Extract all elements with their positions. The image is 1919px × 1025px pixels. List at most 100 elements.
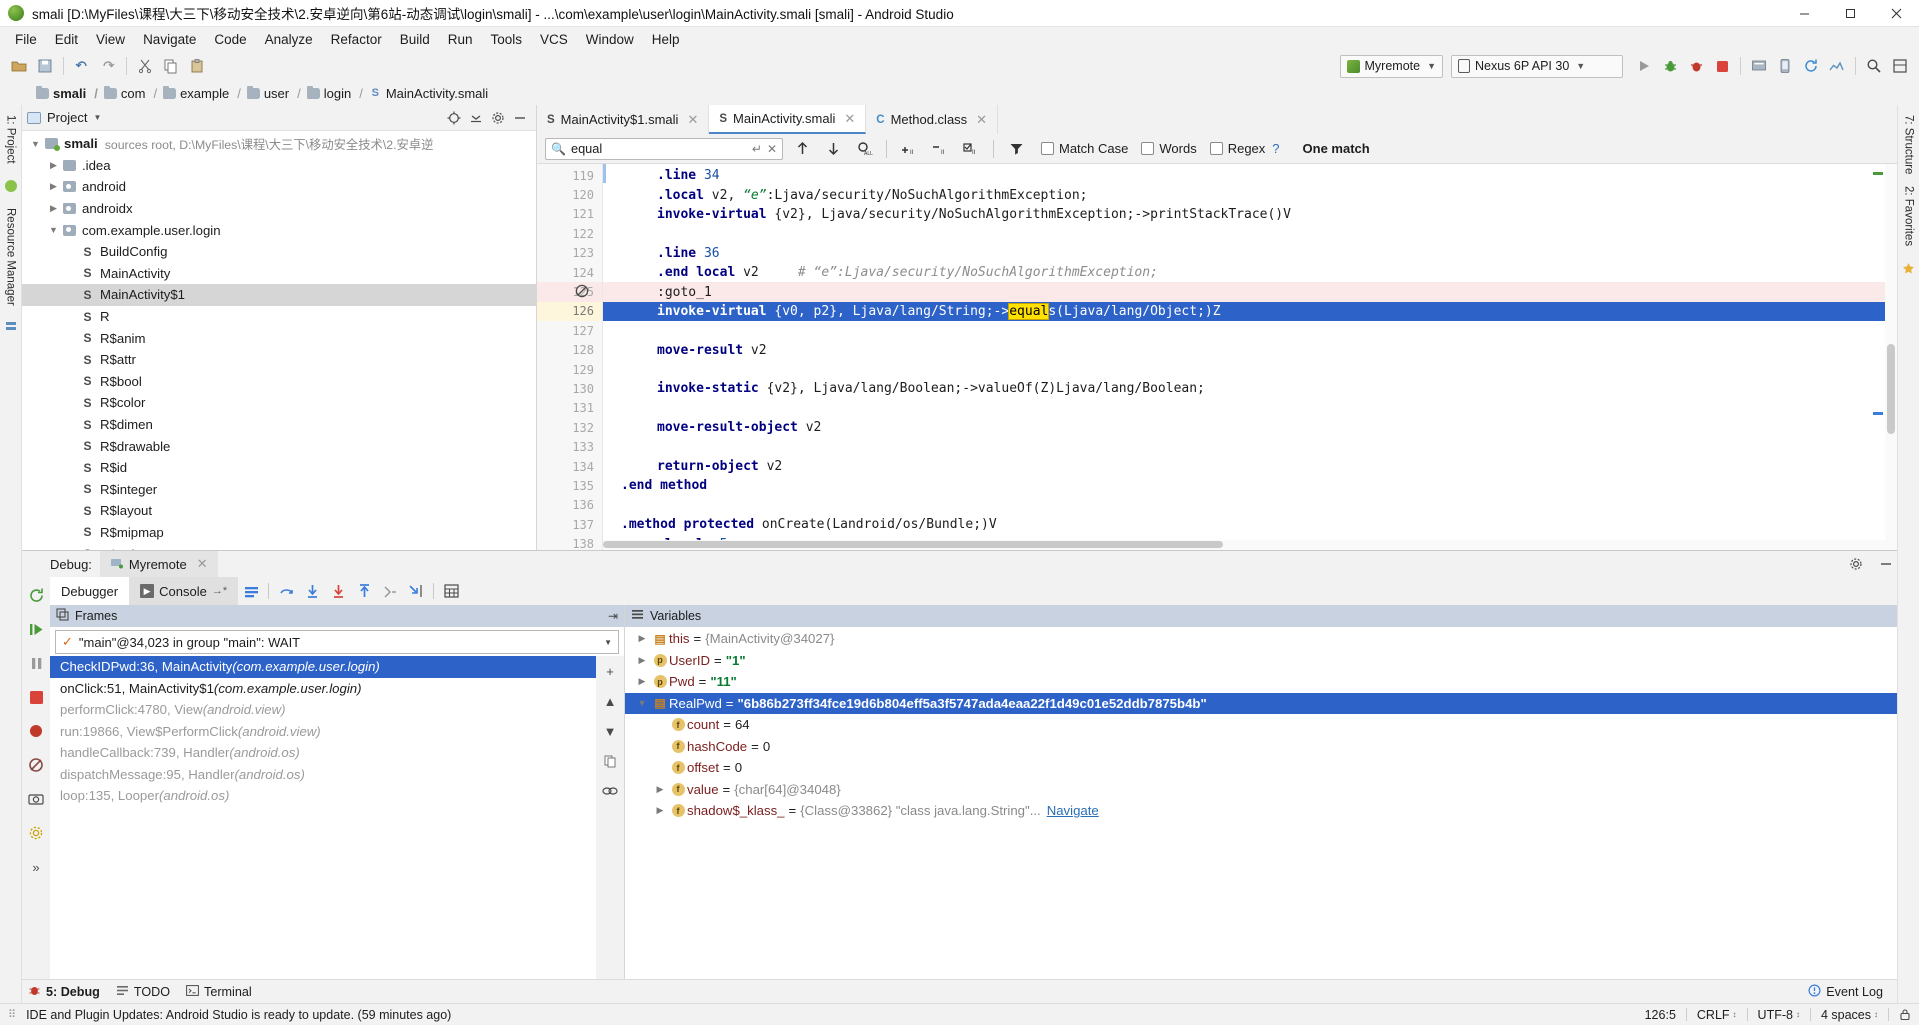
code-line[interactable]: move-result v2 — [603, 341, 1897, 360]
evaluate-expression-icon[interactable] — [438, 580, 464, 602]
match-case-checkbox[interactable]: Match Case — [1041, 141, 1128, 156]
tree-node[interactable]: S R$integer — [22, 479, 536, 501]
code-line[interactable] — [603, 360, 1897, 379]
run-icon[interactable] — [1631, 54, 1657, 78]
gutter-line-number[interactable]: 127 — [537, 321, 602, 340]
tree-twisty-icon[interactable] — [46, 225, 61, 235]
code-line[interactable]: .end local v2 # “e”:Ljava/security/NoSuc… — [603, 263, 1897, 282]
tree-node[interactable]: S R$drawable — [22, 435, 536, 457]
code-line[interactable]: invoke-virtual {v2}, Ljava/security/NoSu… — [603, 205, 1897, 224]
thread-selector[interactable]: ✓ "main"@34,023 in group "main": WAIT ▼ — [55, 630, 619, 654]
variable-row[interactable]: fvalue={char[64]@34048} — [625, 779, 1897, 801]
variable-twisty-icon[interactable] — [633, 655, 651, 666]
code-line[interactable] — [603, 399, 1897, 418]
restore-layout-icon[interactable] — [238, 580, 264, 602]
tree-twisty-icon[interactable] — [46, 160, 61, 171]
code-line[interactable] — [603, 321, 1897, 340]
breakpoint-disabled-icon[interactable] — [575, 284, 589, 298]
camera-icon[interactable] — [26, 789, 46, 809]
close-icon-tab[interactable]: ✕ — [844, 111, 855, 127]
stack-frame-row[interactable]: onClick:51, MainActivity$1 (com.example.… — [50, 678, 596, 700]
tree-twisty-icon[interactable] — [28, 139, 43, 149]
menu-analyze[interactable]: Analyze — [256, 30, 322, 49]
code-lines[interactable]: .line 34 .local v2, “e”:Ljava/security/No… — [603, 164, 1897, 550]
rail-project-label[interactable]: 1: Project — [5, 109, 17, 170]
tree-node[interactable]: S R$anim — [22, 327, 536, 349]
tab-debugger[interactable]: Debugger — [50, 577, 130, 605]
copy-icon-frames[interactable] — [600, 752, 620, 770]
variable-row[interactable]: fshadow$_klass_={Class@33862} "class jav… — [625, 800, 1897, 822]
breadcrumb-item-file[interactable]: S MainActivity.smali — [369, 86, 489, 101]
run-configuration-selector[interactable]: Myremote ▼ — [1339, 54, 1443, 78]
gutter-line-number[interactable]: 123 — [537, 244, 602, 263]
find-input[interactable]: 🔍 equal ↵ ✕ — [545, 137, 783, 160]
down-icon[interactable]: ▼ — [600, 722, 620, 740]
menu-view[interactable]: View — [87, 30, 134, 49]
variable-twisty-icon[interactable] — [651, 784, 669, 795]
editor-hscroll-thumb[interactable] — [603, 541, 1223, 548]
tree-node[interactable]: .idea — [22, 155, 536, 177]
help-icon[interactable]: ? — [1272, 141, 1279, 156]
menu-file[interactable]: File — [6, 30, 46, 49]
code-line[interactable] — [603, 224, 1897, 243]
code-line[interactable]: :goto_1 — [603, 282, 1897, 302]
rail-favorites-label[interactable]: 2: Favorites — [1903, 180, 1915, 252]
editor-tab[interactable]: S MainActivity$1.smali ✕ — [537, 105, 710, 134]
rerun-icon[interactable] — [26, 585, 46, 605]
sync-gradle-icon[interactable] — [1798, 54, 1824, 78]
code-line[interactable]: invoke-static {v2}, Ljava/lang/Boolean;-… — [603, 379, 1897, 398]
variable-row[interactable]: f hashCode = 0 — [625, 736, 1897, 758]
gutter-line-number[interactable]: 138 — [537, 534, 602, 550]
add-line-icon[interactable]: II — [897, 137, 921, 161]
collapse-all-icon[interactable] — [465, 107, 487, 129]
minimize-button[interactable] — [1781, 0, 1827, 27]
code-editor[interactable]: 119 120 121 122 123 124 125 126 127 128 129 130 131 1… — [537, 164, 1897, 550]
attach-debugger-icon[interactable] — [1683, 54, 1709, 78]
caret-position[interactable]: 126:5 — [1645, 1008, 1676, 1022]
regex-checkbox[interactable]: Regex ? — [1209, 141, 1280, 156]
indent-selector[interactable]: 4 spaces ↕ — [1821, 1008, 1878, 1022]
code-line[interactable]: .end method — [603, 476, 1897, 495]
tab-console[interactable]: ▶ Console →* — [129, 577, 239, 605]
breadcrumb-item-smali[interactable]: smali / — [36, 85, 102, 101]
build-variants-icon[interactable] — [3, 319, 19, 335]
tree-node[interactable]: SR — [22, 306, 536, 328]
step-into-icon[interactable] — [299, 580, 325, 602]
device-selector[interactable]: Nexus 6P API 30 ▼ — [1451, 54, 1623, 78]
more-icon[interactable]: » — [26, 857, 46, 877]
close-icon-tab[interactable]: ✕ — [687, 112, 698, 128]
avd-manager-icon[interactable] — [1772, 54, 1798, 78]
code-line[interactable]: .line 34 — [603, 166, 1897, 185]
variable-twisty-icon[interactable] — [633, 633, 651, 644]
code-line[interactable]: .line 36 — [603, 244, 1897, 263]
gutter-line-number[interactable]: 133 — [537, 437, 602, 456]
tool-button-todo[interactable]: TODO — [116, 984, 170, 1000]
stack-frame-row[interactable]: dispatchMessage:95, Handler (android.os) — [50, 764, 596, 786]
clear-search-icon[interactable]: ✕ — [767, 142, 777, 156]
tool-button-terminal[interactable]: Terminal — [186, 984, 252, 1000]
gutter-line-number[interactable]: 136 — [537, 496, 602, 515]
menu-vcs[interactable]: VCS — [531, 30, 577, 49]
restore-layout-arrow-icon[interactable]: →* — [212, 585, 227, 597]
tree-node[interactable]: S R$mipmap — [22, 522, 536, 544]
gutter-line-number[interactable]: 130 — [537, 379, 602, 398]
breadcrumb-item-user[interactable]: user / — [246, 85, 305, 101]
tree-node[interactable]: S R$dimen — [22, 414, 536, 436]
variable-twisty-icon[interactable] — [633, 676, 651, 687]
search-icon[interactable] — [1861, 54, 1887, 78]
gutter-line-number[interactable]: 134 — [537, 457, 602, 476]
save-all-icon[interactable] — [32, 54, 58, 78]
menu-run[interactable]: Run — [439, 30, 482, 49]
sdk-manager-icon[interactable] — [1746, 54, 1772, 78]
stop-icon[interactable] — [1709, 54, 1735, 78]
tree-node[interactable]: S R$layout — [22, 500, 536, 522]
pin-icon-frames[interactable]: ⇥ — [608, 609, 618, 623]
words-checkbox[interactable]: Words — [1141, 141, 1197, 156]
variable-twisty-icon[interactable] — [633, 698, 651, 708]
up-icon[interactable]: ▲ — [600, 692, 620, 710]
editor-tab[interactable]: C Method.class ✕ — [866, 105, 999, 134]
select-all-occurrences-icon[interactable]: ALL — [852, 137, 876, 161]
mute-icon[interactable] — [600, 782, 620, 800]
event-log-button[interactable]: Event Log — [1808, 983, 1883, 1000]
tree-node[interactable]: S R$attr — [22, 349, 536, 371]
